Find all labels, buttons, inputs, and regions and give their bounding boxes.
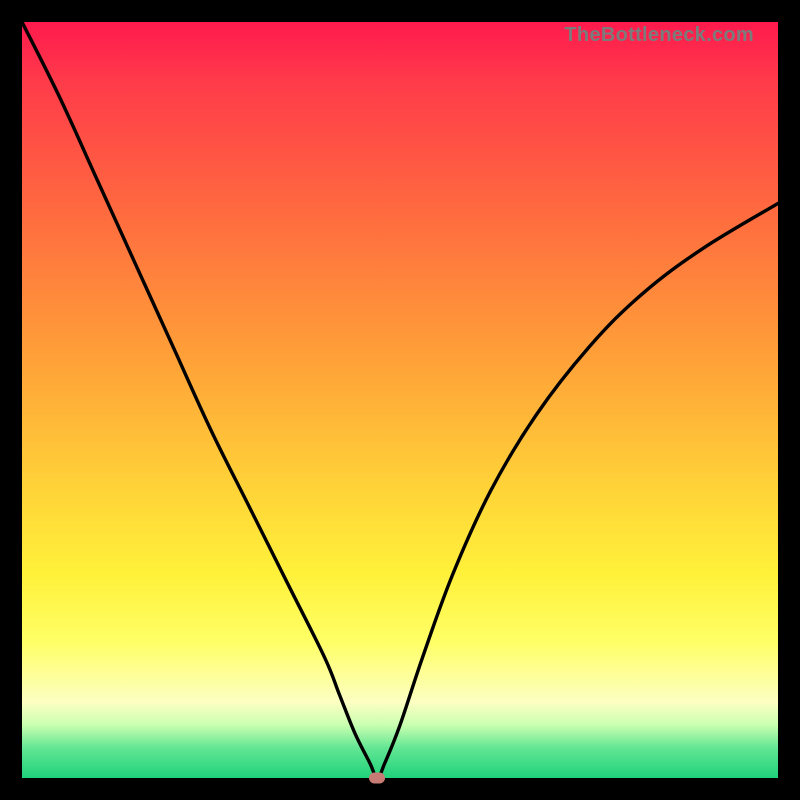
minimum-marker [369,773,385,784]
chart-frame: TheBottleneck.com [0,0,800,800]
bottleneck-curve [22,22,778,778]
plot-area: TheBottleneck.com [22,22,778,778]
